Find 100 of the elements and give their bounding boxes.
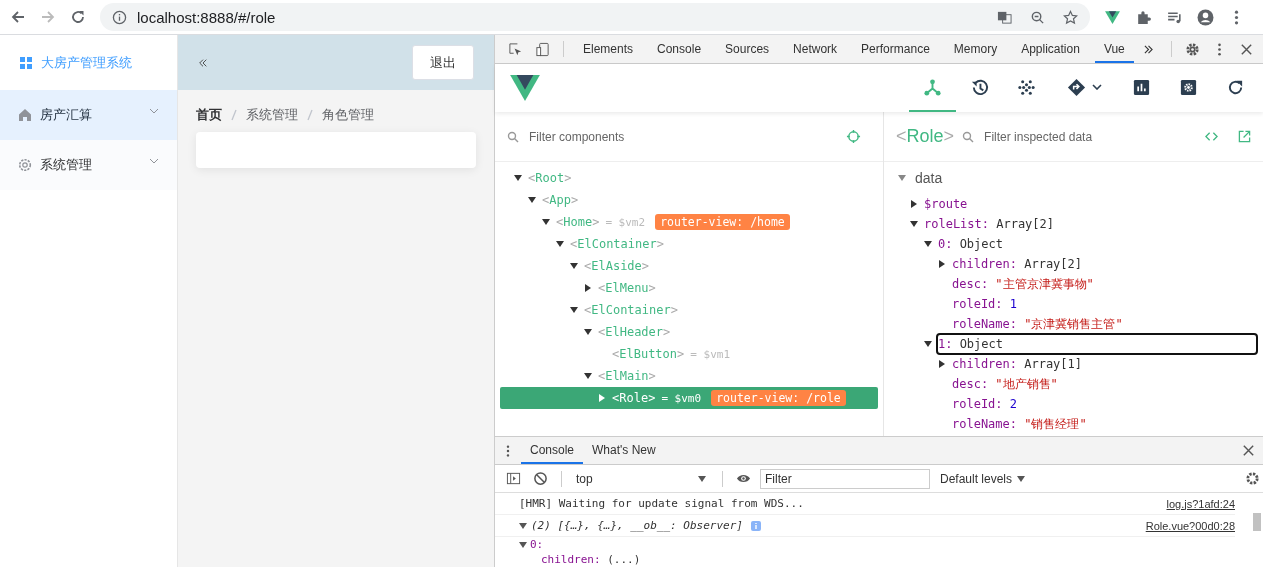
component-name: <ElContainer> xyxy=(570,237,664,251)
devtools-tab[interactable]: Vue xyxy=(1094,35,1134,63)
source-link[interactable]: log.js?1afd:24 xyxy=(1166,497,1235,510)
avatar-icon[interactable] xyxy=(1197,8,1214,26)
component-name: <ElContainer> xyxy=(584,303,678,317)
toggle-icon[interactable] xyxy=(519,521,527,530)
slash-icon xyxy=(307,109,313,121)
translate-icon[interactable] xyxy=(997,9,1012,25)
zoom-icon[interactable] xyxy=(1030,9,1045,25)
menu-item[interactable]: 系统管理 xyxy=(0,140,177,190)
filter-components-field[interactable]: Filter components xyxy=(527,128,838,145)
data-field[interactable]: 1: Object xyxy=(938,335,1256,353)
component-name: <Role> xyxy=(612,391,656,405)
component-name: <ElAside> xyxy=(584,259,650,273)
puzzle-icon[interactable] xyxy=(1135,8,1152,26)
device-icon[interactable] xyxy=(535,41,550,57)
data-field[interactable]: 0: Object xyxy=(938,235,1005,253)
data-field[interactable]: roleName: "销售经理" xyxy=(952,415,1089,433)
close-icon[interactable] xyxy=(1241,443,1256,458)
filter-data-field[interactable]: Filter inspected data xyxy=(982,128,1185,145)
menu-item[interactable]: 房产汇算 xyxy=(0,90,177,140)
search-icon xyxy=(962,130,975,143)
double-chevron-icon[interactable] xyxy=(1143,44,1153,54)
data-field[interactable]: $route xyxy=(924,195,970,213)
info-icon[interactable] xyxy=(112,9,127,25)
data-field[interactable]: roleId: 2 xyxy=(952,395,1019,413)
toggle-icon[interactable] xyxy=(584,328,592,336)
component-name: <Root> xyxy=(528,171,572,185)
console-filter-field[interactable]: Filter xyxy=(760,468,930,489)
component-name: <ElHeader> xyxy=(598,325,671,339)
star-icon[interactable] xyxy=(1063,9,1078,25)
settings-icon xyxy=(1179,77,1198,97)
toggle-icon[interactable] xyxy=(938,360,946,368)
dropdown-arrow-icon xyxy=(698,475,706,482)
toggle-icon[interactable] xyxy=(556,240,564,248)
route-badge: router-view: /home xyxy=(655,214,790,230)
search-icon xyxy=(507,130,519,143)
slash-icon xyxy=(231,109,237,121)
data-field[interactable]: roleList: Array[2] xyxy=(924,215,1056,233)
data-field[interactable]: desc: "主管京津冀事物" xyxy=(952,275,1096,293)
devtools-tab[interactable]: Elements xyxy=(574,35,643,63)
toggle-icon[interactable] xyxy=(528,196,536,204)
more-icon[interactable] xyxy=(505,443,511,458)
devtools-tab[interactable]: Application xyxy=(1012,35,1089,63)
toggle-icon[interactable] xyxy=(910,220,918,228)
toggle-icon[interactable] xyxy=(570,262,578,270)
history-icon xyxy=(970,77,989,97)
inspect-icon[interactable] xyxy=(508,41,523,57)
scrollbar-thumb[interactable] xyxy=(1253,513,1261,531)
toggle-icon[interactable] xyxy=(598,394,606,402)
drawer-tab[interactable]: Console xyxy=(521,437,584,464)
toggle-icon[interactable] xyxy=(584,284,592,292)
component-name: <ElMain> xyxy=(598,369,656,383)
toggle-icon[interactable] xyxy=(542,218,550,226)
toggle-icon[interactable] xyxy=(924,340,932,348)
toggle-icon[interactable] xyxy=(910,200,918,208)
source-link[interactable]: Role.vue?00d0:28 xyxy=(1145,519,1235,532)
inspected-component-name: <Role> xyxy=(896,126,955,147)
toggle-icon[interactable] xyxy=(584,372,592,380)
reload-icon[interactable] xyxy=(70,9,86,25)
breadcrumb-item[interactable]: 首页 xyxy=(196,106,222,124)
levels-dropdown[interactable]: Default levels xyxy=(936,471,1026,486)
back-icon[interactable] xyxy=(10,9,26,25)
context-select[interactable]: top xyxy=(572,471,712,486)
address-bar[interactable]: localhost:8888/#/role xyxy=(100,3,1090,31)
devtools-tab[interactable]: Network xyxy=(784,35,847,63)
settings-icon[interactable] xyxy=(1245,471,1260,486)
component-name: <ElMenu> xyxy=(598,281,656,295)
console-message: [HMR] Waiting for update signal from WDS... xyxy=(519,497,804,510)
info-badge-icon xyxy=(750,520,761,531)
devtools-tab[interactable]: Performance xyxy=(852,35,939,63)
clear-icon[interactable] xyxy=(533,471,548,486)
toggle-icon[interactable] xyxy=(514,174,522,182)
component-name: <Home> xyxy=(556,215,600,229)
data-field[interactable]: children: Array[2] xyxy=(952,255,1084,273)
route-badge: router-view: /role xyxy=(711,390,846,406)
data-field[interactable]: children: Array[1] xyxy=(952,355,1084,373)
toggle-icon[interactable] xyxy=(570,306,578,314)
collapse-icon[interactable] xyxy=(198,57,208,68)
instance-ref: = $vm0 xyxy=(661,391,702,405)
drawer-tab[interactable]: What's New xyxy=(583,437,665,464)
settings-icon[interactable] xyxy=(1185,41,1200,57)
devtools-tab[interactable]: Console xyxy=(648,35,711,63)
instance-ref: = $vm1 xyxy=(690,347,730,361)
data-field[interactable]: roleId: 1 xyxy=(952,295,1019,313)
data-field[interactable]: desc: "地产销售" xyxy=(952,375,1060,393)
extension-logo-icon[interactable] xyxy=(1104,8,1121,26)
devtools-tab[interactable]: Sources xyxy=(716,35,779,63)
toggle-icon[interactable] xyxy=(938,260,946,268)
sidebar-icon[interactable] xyxy=(506,471,521,486)
toggle-icon[interactable] xyxy=(898,174,906,182)
data-field[interactable]: roleName: "京津冀销售主管" xyxy=(952,315,1125,333)
component-name: <App> xyxy=(542,193,579,207)
tree-icon xyxy=(923,77,942,97)
toggle-icon[interactable] xyxy=(924,240,932,248)
devtools-tab[interactable]: Memory xyxy=(944,35,1007,63)
component-name: <ElButton> xyxy=(612,347,685,361)
toggle-icon[interactable] xyxy=(519,540,527,549)
home-icon xyxy=(18,108,32,122)
logout-button[interactable]: 退出 xyxy=(412,45,474,80)
